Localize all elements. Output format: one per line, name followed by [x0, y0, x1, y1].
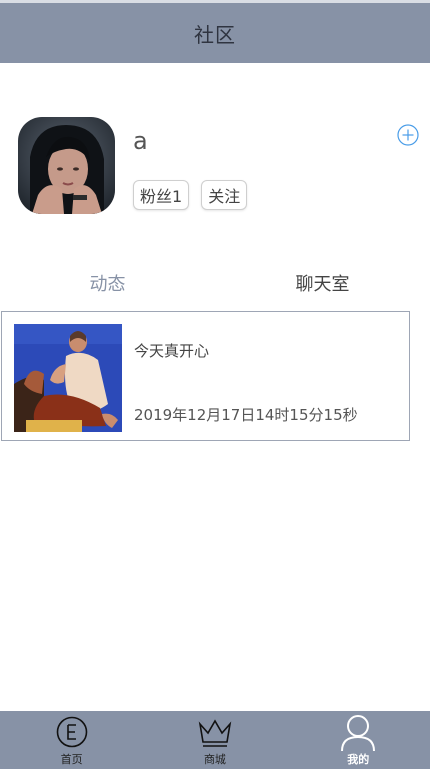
nav-mall-label: 商城: [203, 753, 226, 766]
user-icon: [341, 715, 376, 752]
nav-me[interactable]: 我的: [287, 711, 430, 769]
tab-bar: 动态 聊天室: [0, 268, 430, 302]
avatar-image: [18, 117, 115, 214]
post-content: 今天真开心: [134, 342, 210, 360]
crown-icon: [198, 719, 232, 747]
followers-chip[interactable]: 粉丝1: [133, 180, 190, 210]
tab-moments[interactable]: 动态: [0, 268, 215, 302]
nav-mall[interactable]: 商城: [143, 711, 286, 769]
profile-stats: 粉丝1 关注: [133, 180, 248, 210]
plus-circle-icon: [397, 124, 419, 146]
post-image: [14, 324, 122, 432]
nav-home-label: 首页: [60, 753, 83, 766]
page-title: 社区: [194, 22, 236, 47]
post-thumbnail: [14, 324, 122, 432]
following-chip[interactable]: 关注: [201, 180, 248, 210]
tab-chatroom[interactable]: 聊天室: [215, 268, 430, 302]
username: a: [133, 127, 148, 155]
bottom-nav: 首页 商城 我的: [0, 711, 430, 769]
avatar[interactable]: [18, 117, 115, 214]
e-circle-icon: [56, 716, 87, 748]
nav-me-label: 我的: [347, 753, 370, 766]
list-item[interactable]: 今天真开心 2019年12月17日14时15分15秒: [1, 311, 410, 441]
add-friend-button[interactable]: [397, 124, 419, 146]
nav-home[interactable]: 首页: [0, 711, 143, 769]
post-timestamp: 2019年12月17日14时15分15秒: [134, 406, 358, 424]
header-bar: 社区: [0, 3, 430, 63]
